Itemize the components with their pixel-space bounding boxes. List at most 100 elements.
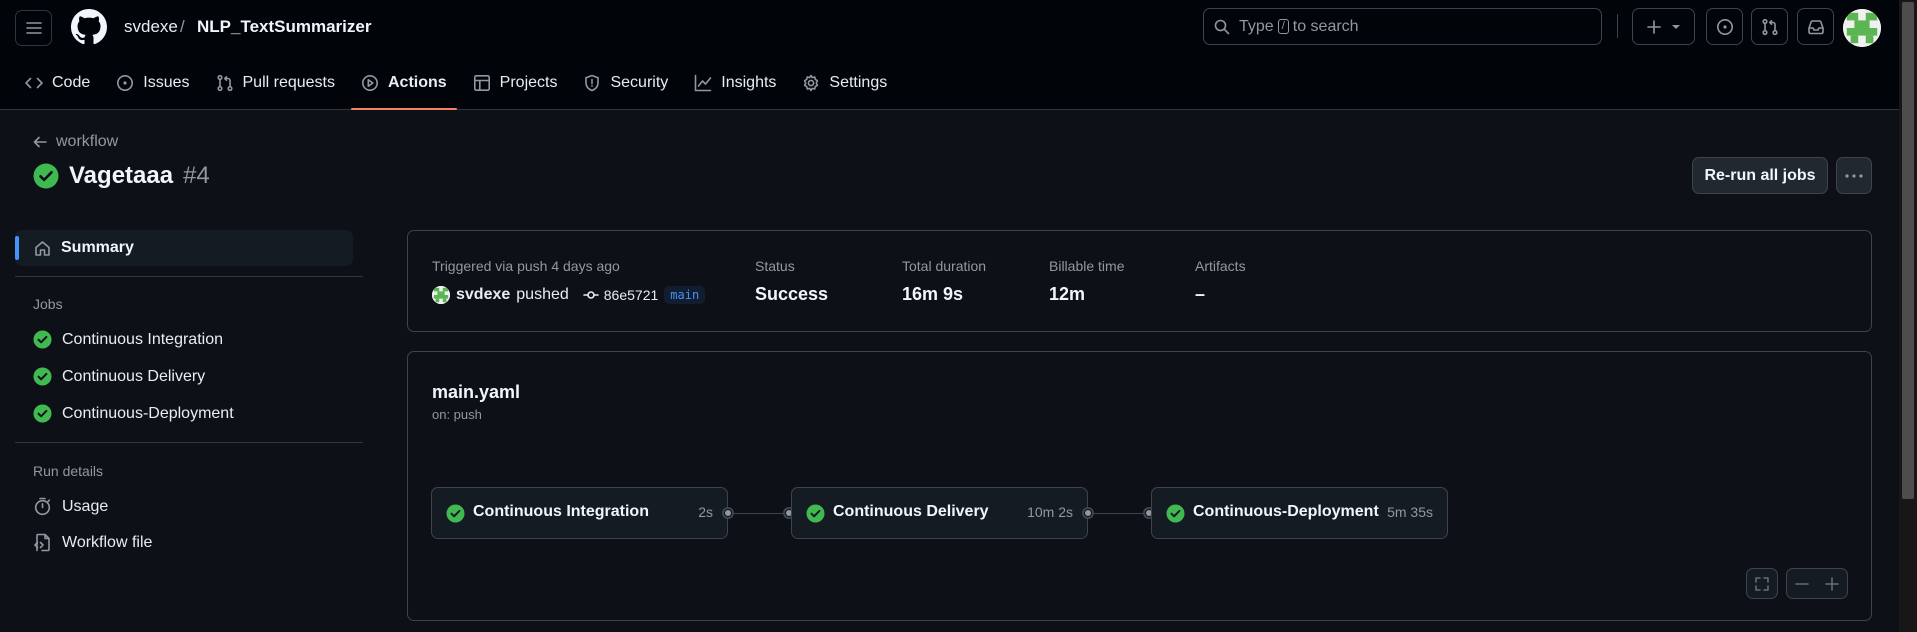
git-pull-request-icon xyxy=(1761,18,1778,35)
sidebar-run-details-heading: Run details xyxy=(33,463,104,479)
tab-code[interactable]: Code xyxy=(15,64,100,102)
global-header: svdexe / NLP_TextSummarizer Type / to se… xyxy=(0,0,1899,110)
back-to-workflow-link[interactable]: workflow xyxy=(33,133,118,151)
breadcrumb-separator: / xyxy=(180,17,185,36)
git-commit-icon xyxy=(582,291,599,299)
workflow-file-name: main.yaml xyxy=(432,382,521,402)
sidebar-item-job[interactable]: Continuous-Deployment xyxy=(33,404,234,423)
graph-icon xyxy=(694,74,712,92)
tab-label: Code xyxy=(52,74,91,91)
sidebar-jobs-heading: Jobs xyxy=(33,296,63,312)
check-circle-fill-icon xyxy=(806,504,825,523)
code-icon xyxy=(25,75,43,91)
job-duration: 2s xyxy=(698,504,713,520)
status-value: Success xyxy=(755,284,829,304)
breadcrumb-repo[interactable]: NLP_TextSummarizer xyxy=(197,17,371,37)
zoom-controls xyxy=(1786,568,1848,599)
tab-label: Projects xyxy=(499,74,558,91)
tab-label: Actions xyxy=(388,74,447,91)
billable-time-value: 12m xyxy=(1049,284,1086,304)
check-circle-fill-icon xyxy=(446,504,465,523)
home-icon xyxy=(34,240,51,257)
tab-insights[interactable]: Insights xyxy=(684,64,786,102)
check-circle-fill-icon xyxy=(1166,504,1185,523)
job-name: Continuous Integration xyxy=(473,503,649,520)
play-icon xyxy=(361,74,379,92)
sidebar-item-label: Workflow file xyxy=(62,533,153,551)
workflow-graph-card: main.yaml on: push Continuous Integratio… xyxy=(407,351,1872,621)
graph-connector xyxy=(1094,513,1145,514)
sidebar-item-workflow-file[interactable]: Workflow file xyxy=(33,533,152,552)
tab-label: Pull requests xyxy=(242,74,336,91)
actor-avatar[interactable] xyxy=(432,286,450,304)
sidebar-item-label: Usage xyxy=(62,497,109,515)
tab-settings[interactable]: Settings xyxy=(792,64,897,102)
pull-requests-button[interactable] xyxy=(1751,8,1788,45)
inbox-button[interactable] xyxy=(1797,8,1834,45)
actor-link[interactable]: svdexe xyxy=(456,286,510,304)
more-options-button[interactable] xyxy=(1836,157,1872,194)
sidebar-job-label: Continuous Integration xyxy=(62,330,223,348)
user-avatar[interactable] xyxy=(1843,9,1881,47)
identicon-icon xyxy=(432,286,450,304)
search-input[interactable]: Type / to search xyxy=(1203,8,1602,45)
table-icon xyxy=(473,74,491,92)
graph-connector xyxy=(734,513,785,514)
tab-issues[interactable]: Issues xyxy=(106,64,199,102)
menu-button[interactable] xyxy=(15,10,52,46)
graph-job-node[interactable]: Continuous Integration 2s xyxy=(431,487,728,539)
graph-port xyxy=(722,507,734,519)
kebab-horizontal-icon xyxy=(1845,173,1863,178)
tab-label: Issues xyxy=(143,74,190,91)
sidebar-item-job[interactable]: Continuous Integration xyxy=(33,330,223,349)
github-logo-icon[interactable] xyxy=(71,9,107,45)
sidebar-item-label: Summary xyxy=(61,239,134,256)
tab-projects[interactable]: Projects xyxy=(463,64,568,102)
run-name: Vagetaaa xyxy=(69,162,174,189)
total-duration-label: Total duration xyxy=(902,258,987,274)
graph-job-node[interactable]: Continuous Delivery 10m 2s xyxy=(791,487,1088,539)
tab-pull-requests[interactable]: Pull requests xyxy=(206,64,346,102)
graph-port xyxy=(1082,507,1094,519)
sidebar-divider xyxy=(15,276,363,277)
status-label: Status xyxy=(755,258,795,274)
sidebar-divider xyxy=(15,442,363,443)
check-circle-fill-icon xyxy=(33,367,52,386)
fullscreen-button[interactable] xyxy=(1746,568,1778,599)
billable-time-label: Billable time xyxy=(1049,258,1125,274)
job-name: Continuous Delivery xyxy=(833,503,989,520)
tab-label: Security xyxy=(610,74,669,91)
file-code-icon xyxy=(33,533,52,552)
workflow-trigger: on: push xyxy=(432,407,482,422)
zoom-out-icon[interactable] xyxy=(1795,577,1809,591)
breadcrumb-owner[interactable]: svdexe xyxy=(124,17,178,37)
tab-actions[interactable]: Actions xyxy=(351,64,457,110)
sidebar-item-summary[interactable]: Summary xyxy=(15,230,353,266)
pull-request-icon xyxy=(216,74,234,92)
issue-icon xyxy=(116,74,134,92)
page-scrollbar[interactable] xyxy=(1899,0,1917,632)
artifacts-value: – xyxy=(1195,284,1206,304)
trigger-label: Triggered via push 4 days ago xyxy=(432,258,620,274)
trigger-details: svdexe pushed 86e5721 main xyxy=(432,286,706,304)
repo-tabs: Code Issues Pull requests Actions Projec… xyxy=(15,64,903,110)
commit-link[interactable]: 86e5721 xyxy=(582,287,658,303)
run-title: Vagetaaa #4 xyxy=(33,162,210,190)
rerun-all-jobs-button[interactable]: Re-run all jobs xyxy=(1692,157,1828,194)
scrollbar-thumb[interactable] xyxy=(1902,2,1914,499)
issues-button[interactable] xyxy=(1706,8,1743,45)
create-new-button[interactable] xyxy=(1632,8,1695,45)
sidebar-item-usage[interactable]: Usage xyxy=(33,497,108,516)
check-circle-fill-icon xyxy=(33,404,52,423)
search-placeholder-prefix: Type xyxy=(1239,17,1274,35)
search-placeholder-suffix: to search xyxy=(1292,17,1359,35)
zoom-in-icon[interactable] xyxy=(1825,576,1839,591)
selected-indicator xyxy=(15,236,19,260)
graph-job-node[interactable]: Continuous-Deployment 5m 35s xyxy=(1151,487,1448,539)
tab-security[interactable]: Security xyxy=(573,64,678,102)
identicon-icon xyxy=(1843,9,1881,47)
run-summary-card: Triggered via push 4 days ago svdexe pus… xyxy=(407,230,1872,332)
branch-label[interactable]: main xyxy=(664,286,706,304)
search-shortcut-key: / xyxy=(1277,19,1289,34)
sidebar-item-job[interactable]: Continuous Delivery xyxy=(33,367,205,386)
